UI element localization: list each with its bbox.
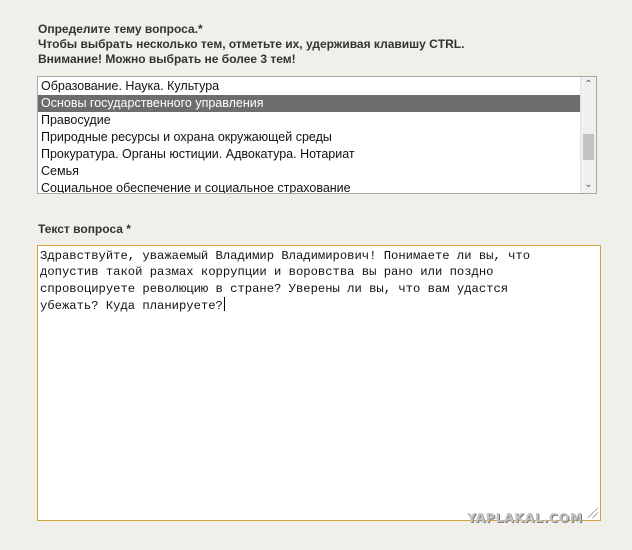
scroll-up-icon[interactable]: ⌃	[581, 77, 596, 93]
topic-label-warning: Внимание! Можно выбрать не более 3 тем!	[38, 52, 296, 66]
watermark: YAPLAKAL.COM	[467, 510, 583, 525]
topic-option[interactable]: Правосудие	[38, 112, 581, 129]
topic-label: Определите тему вопроса.* Чтобы выбрать …	[38, 22, 464, 67]
resize-grip-icon[interactable]	[588, 508, 598, 518]
topic-options: Образование. Наука. Культура Основы госуд…	[38, 78, 581, 193]
topic-option[interactable]: Социальное обеспечение и социальное стра…	[38, 180, 581, 193]
scroll-down-icon[interactable]: ⌄	[581, 177, 596, 193]
listbox-scrollbar[interactable]: ⌃ ⌄	[580, 77, 596, 193]
question-text: Здравствуйте, уважаемый Владимир Владими…	[40, 249, 531, 313]
scroll-thumb[interactable]	[583, 134, 594, 160]
topic-option[interactable]: Основы государственного управления	[38, 95, 581, 112]
topic-option[interactable]: Природные ресурсы и охрана окружающей ср…	[38, 129, 581, 146]
text-caret	[223, 296, 225, 311]
topic-listbox[interactable]: Образование. Наука. Культура Основы госуд…	[37, 76, 597, 194]
topic-option[interactable]: Образование. Наука. Культура	[38, 78, 581, 95]
topic-option[interactable]: Прокуратура. Органы юстиции. Адвокатура.…	[38, 146, 581, 163]
topic-label-title: Определите тему вопроса.*	[38, 22, 203, 36]
question-textarea[interactable]: Здравствуйте, уважаемый Владимир Владими…	[37, 245, 601, 521]
topic-label-hint: Чтобы выбрать несколько тем, отметьте их…	[38, 37, 465, 51]
question-text-label: Текст вопроса *	[38, 222, 131, 236]
topic-option[interactable]: Семья	[38, 163, 581, 180]
